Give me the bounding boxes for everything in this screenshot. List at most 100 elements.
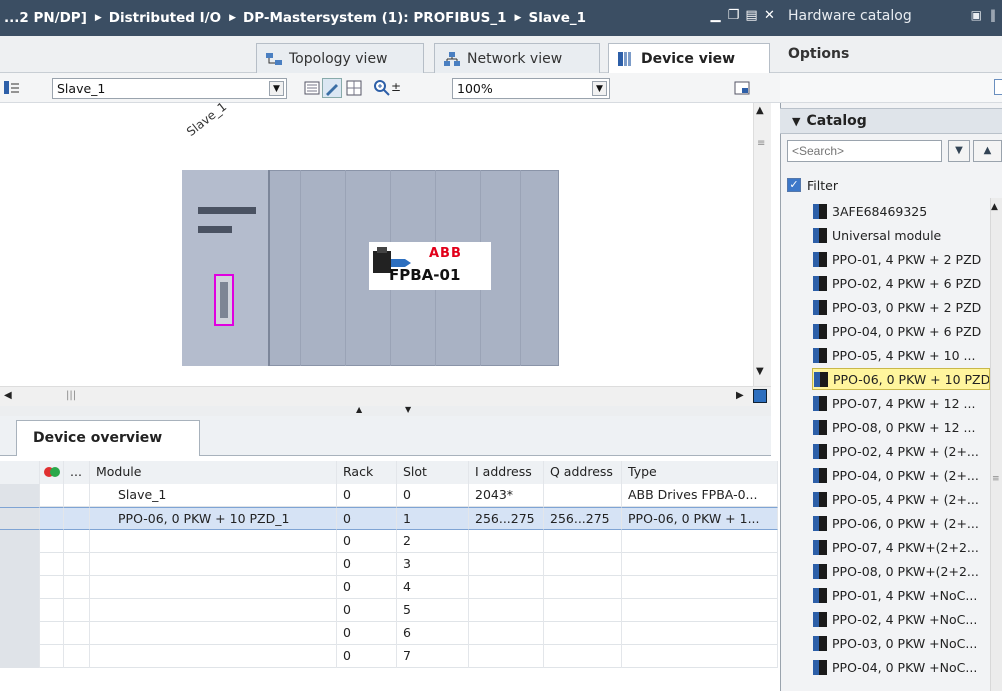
cell-i-address[interactable]	[469, 645, 544, 668]
chevron-up-icon[interactable]: ▲	[991, 202, 998, 212]
close-icon[interactable]: ✕	[763, 9, 776, 22]
column-header-type[interactable]: Type	[622, 461, 778, 484]
grid-icon[interactable]	[344, 78, 364, 98]
cell-type[interactable]	[622, 645, 778, 668]
device-select[interactable]: Slave_1 ▼	[52, 78, 287, 99]
cell-module[interactable]	[90, 553, 337, 576]
cell-q-address[interactable]	[544, 622, 622, 645]
cell-i-address[interactable]: 256...275	[469, 507, 544, 530]
cell-type[interactable]	[622, 599, 778, 622]
catalog-item[interactable]: PPO-06, 0 PKW + 10 PZD	[812, 368, 990, 390]
cell-slot[interactable]: 4	[397, 576, 469, 599]
collapse-pane-icon[interactable]: ‖	[990, 8, 996, 22]
row-gutter[interactable]	[0, 507, 40, 530]
breadcrumb-item[interactable]: DP-Mastersystem (1): PROFIBUS_1	[243, 10, 507, 26]
scroll-grip-icon[interactable]: ≡	[992, 474, 1000, 484]
catalog-section-header[interactable]: ▼ Catalog	[780, 108, 1002, 134]
cell-type[interactable]: PPO-06, 0 PKW + 1...	[622, 507, 778, 530]
minimize-icon[interactable]: ▁	[709, 9, 722, 22]
column-header-module[interactable]: Module	[90, 461, 337, 484]
cell-i-address[interactable]	[469, 599, 544, 622]
catalog-item[interactable]: PPO-04, 0 PKW + 6 PZD	[812, 320, 990, 342]
row-gutter[interactable]	[0, 484, 40, 507]
properties-icon[interactable]	[302, 78, 322, 98]
table-row[interactable]: 02	[0, 530, 778, 553]
cell-slot[interactable]: 0	[397, 484, 469, 507]
catalog-item[interactable]: PPO-06, 0 PKW + (2+...	[812, 512, 990, 534]
cell-q-address[interactable]	[544, 553, 622, 576]
cell-q-address[interactable]	[544, 599, 622, 622]
pane-splitter[interactable]: ▲ ▼	[0, 405, 771, 416]
catalog-item[interactable]: PPO-04, 0 PKW + (2+...	[812, 464, 990, 486]
cell-rack[interactable]: 0	[337, 553, 397, 576]
cell-slot[interactable]: 2	[397, 530, 469, 553]
cell-q-address[interactable]	[544, 645, 622, 668]
cell-module[interactable]	[90, 576, 337, 599]
catalog-search-input[interactable]	[787, 140, 942, 162]
head-module[interactable]	[182, 170, 270, 366]
table-row[interactable]: 07	[0, 645, 778, 668]
table-row[interactable]: 04	[0, 576, 778, 599]
cell-q-address[interactable]	[544, 530, 622, 553]
canvas-vertical-scrollbar[interactable]: ▲ ≡ ▼	[753, 103, 771, 386]
tab-network-view[interactable]: Network view	[434, 43, 600, 73]
column-header-slot[interactable]: Slot	[397, 461, 469, 484]
catalog-item[interactable]: PPO-07, 4 PKW + 12 ...	[812, 392, 990, 414]
catalog-item[interactable]: PPO-03, 0 PKW + 2 PZD	[812, 296, 990, 318]
chevron-down-icon[interactable]: ▼	[592, 81, 607, 96]
cell-module[interactable]: Slave_1	[90, 484, 337, 507]
cell-type[interactable]	[622, 530, 778, 553]
cell-slot[interactable]: 7	[397, 645, 469, 668]
cell-type[interactable]	[622, 622, 778, 645]
cell-rack[interactable]: 0	[337, 484, 397, 507]
breadcrumb-item[interactable]: ...2 PN/DP]	[4, 10, 87, 26]
scroll-grip-icon[interactable]: |||	[66, 390, 76, 401]
cell-rack[interactable]: 0	[337, 599, 397, 622]
cell-rack[interactable]: 0	[337, 507, 397, 530]
cell-i-address[interactable]: 2043*	[469, 484, 544, 507]
options-section[interactable]: Options	[780, 36, 1002, 73]
profibus-port[interactable]	[214, 274, 234, 326]
tab-device-overview[interactable]: Device overview	[16, 420, 200, 456]
breadcrumb-item[interactable]: Distributed I/O	[109, 10, 221, 26]
cell-module[interactable]	[90, 645, 337, 668]
device-tree-icon[interactable]	[2, 78, 22, 98]
tab-topology-view[interactable]: Topology view	[256, 43, 424, 73]
chevron-down-icon[interactable]: ▼	[269, 81, 284, 96]
search-up-icon[interactable]: ▲	[973, 140, 1002, 162]
zoom-in-icon[interactable]	[372, 78, 392, 98]
cell-rack[interactable]: 0	[337, 576, 397, 599]
catalog-item[interactable]: PPO-05, 4 PKW + (2+...	[812, 488, 990, 510]
row-gutter[interactable]	[0, 576, 40, 599]
cell-module[interactable]	[90, 622, 337, 645]
collapse-up-icon[interactable]: ▲	[356, 405, 362, 414]
overview-toggle-icon[interactable]	[732, 78, 752, 98]
column-header-q-address[interactable]: Q address	[544, 461, 622, 484]
row-gutter[interactable]	[0, 645, 40, 668]
cell-slot[interactable]: 6	[397, 622, 469, 645]
cell-rack[interactable]: 0	[337, 530, 397, 553]
draw-tool-icon[interactable]	[322, 78, 342, 98]
cell-slot[interactable]: 3	[397, 553, 469, 576]
column-header[interactable]: ...	[64, 461, 90, 484]
catalog-item[interactable]: PPO-01, 4 PKW +NoC...	[812, 584, 990, 606]
catalog-item[interactable]: PPO-04, 0 PKW +NoC...	[812, 656, 990, 678]
cell-q-address[interactable]	[544, 484, 622, 507]
catalog-item[interactable]: PPO-08, 0 PKW + 12 ...	[812, 416, 990, 438]
chevron-left-icon[interactable]: ◀	[4, 390, 12, 401]
cell-i-address[interactable]	[469, 576, 544, 599]
filter-checkbox[interactable]: ✓ Filter	[787, 176, 838, 194]
table-row[interactable]: PPO-06, 0 PKW + 10 PZD_1 0 1 256...275 256..…	[0, 507, 778, 530]
cell-module[interactable]	[90, 530, 337, 553]
row-gutter[interactable]	[0, 599, 40, 622]
canvas-horizontal-scrollbar[interactable]: ◀ ||| ▶	[0, 386, 771, 406]
cell-module[interactable]	[90, 599, 337, 622]
row-gutter[interactable]	[0, 622, 40, 645]
catalog-item[interactable]: 3AFE68469325	[812, 200, 990, 222]
cell-type[interactable]: ABB Drives FPBA-0...	[622, 484, 778, 507]
chevron-right-icon[interactable]: ▶	[736, 390, 744, 401]
table-row[interactable]: 05	[0, 599, 778, 622]
zoom-select[interactable]: 100% ▼	[452, 78, 610, 99]
catalog-item[interactable]: PPO-07, 4 PKW+(2+2...	[812, 536, 990, 558]
collapse-down-icon[interactable]: ▼	[405, 405, 411, 414]
